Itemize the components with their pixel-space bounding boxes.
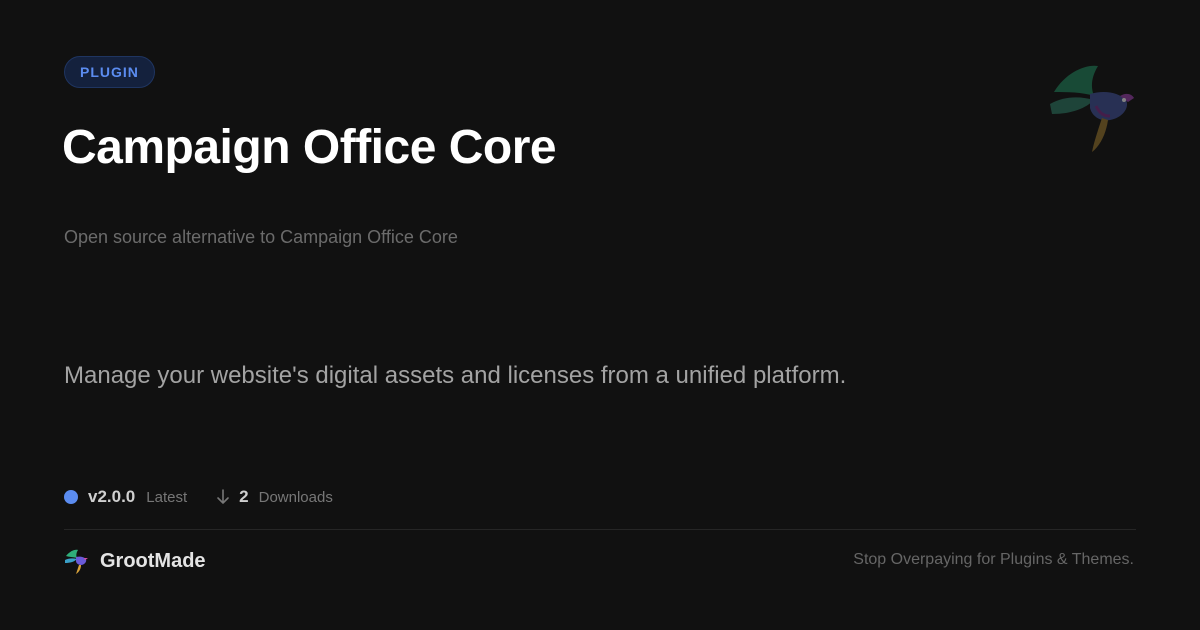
plugin-subtitle: Open source alternative to Campaign Offi… xyxy=(64,227,458,247)
version-status-dot xyxy=(64,490,78,504)
plugin-badge: PLUGIN xyxy=(64,56,155,88)
downloads-label: Downloads xyxy=(258,488,333,506)
brand: GrootMade xyxy=(64,548,206,574)
brand-name: GrootMade xyxy=(100,549,206,572)
version-status: Latest xyxy=(146,488,188,506)
version-number: v2.0.0 xyxy=(88,487,136,506)
arrow-down-icon xyxy=(215,488,231,506)
downloads-count: 2 xyxy=(239,487,249,506)
og-card: PLUGIN Campaign Office Core Open source … xyxy=(0,0,1200,630)
hummingbird-icon xyxy=(1050,65,1134,152)
hummingbird-logo-icon xyxy=(64,548,88,574)
plugin-meta: v2.0.0 Latest 2 Downloads xyxy=(64,486,333,508)
brand-tagline: Stop Overpaying for Plugins & Themes. xyxy=(853,551,1134,568)
plugin-description: Manage your website's digital assets and… xyxy=(64,362,847,389)
footer-divider xyxy=(64,529,1136,530)
plugin-title: Campaign Office Core xyxy=(62,121,557,174)
